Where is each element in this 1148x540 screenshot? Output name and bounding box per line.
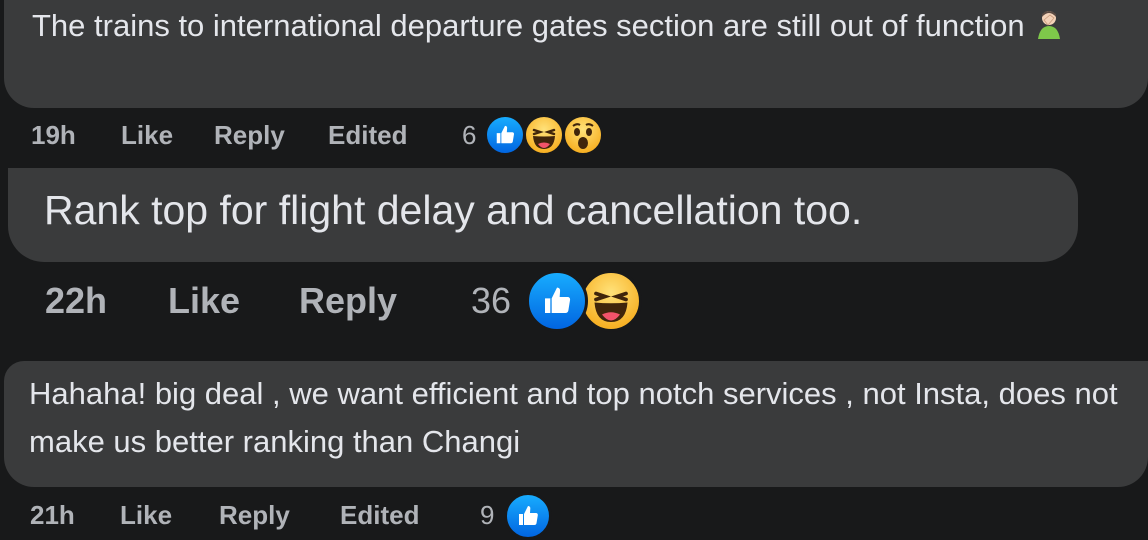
reply-button[interactable]: Reply (214, 120, 285, 151)
reaction-count[interactable]: 36 (471, 280, 511, 322)
edited-label[interactable]: Edited (328, 120, 407, 151)
comment-text: Hahaha! big deal , we want efficient and… (29, 376, 1118, 459)
like-button[interactable]: Like (168, 280, 240, 322)
like-button[interactable]: Like (121, 120, 173, 151)
haha-reaction-icon[interactable] (523, 114, 565, 156)
edited-label[interactable]: Edited (340, 500, 419, 531)
comment-text: Rank top for flight delay and cancellati… (44, 187, 863, 233)
reply-button[interactable]: Reply (299, 280, 397, 322)
comment-timestamp[interactable]: 19h (31, 120, 76, 151)
comment-timestamp[interactable]: 21h (30, 500, 75, 531)
like-reaction-icon[interactable] (484, 114, 526, 156)
like-button[interactable]: Like (120, 500, 172, 531)
comments-thread: The trains to international departure ga… (0, 0, 1148, 540)
reaction-count[interactable]: 6 (462, 120, 476, 151)
comment-bubble: The trains to international departure ga… (4, 0, 1148, 108)
comment-text: The trains to international departure ga… (32, 2, 1148, 54)
like-reaction-icon[interactable] (526, 270, 588, 332)
reaction-count[interactable]: 9 (480, 500, 494, 531)
reply-button[interactable]: Reply (219, 500, 290, 531)
person-facepalming-emoji-icon (1033, 6, 1065, 54)
wow-reaction-icon[interactable] (562, 114, 604, 156)
comment-bubble: Rank top for flight delay and cancellati… (8, 168, 1078, 262)
comment-bubble: Hahaha! big deal , we want efficient and… (4, 361, 1148, 487)
like-reaction-icon[interactable] (504, 492, 552, 540)
comment-timestamp[interactable]: 22h (45, 280, 107, 322)
haha-reaction-icon[interactable] (580, 270, 642, 332)
